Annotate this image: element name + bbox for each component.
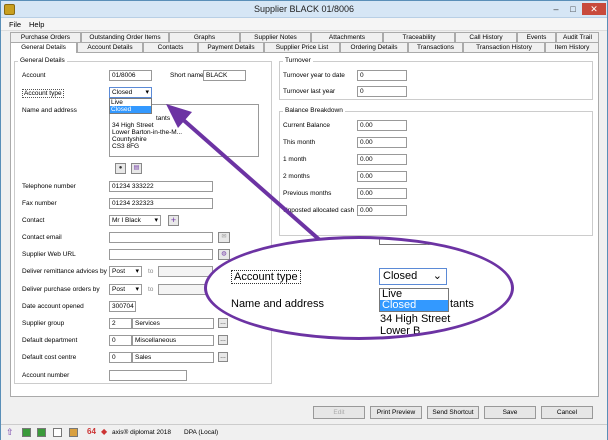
zoom-address-line-1: 34 High Street [380, 313, 451, 325]
callout-arrow-line [178, 115, 324, 244]
zoom-account-type-label: Account type [231, 270, 301, 284]
callout-arrow [166, 104, 324, 244]
zoom-option-closed[interactable]: Closed [380, 300, 448, 311]
zoom-selected-value: Closed [383, 270, 418, 282]
zoom-account-type-select[interactable]: Closed ⌄ [379, 268, 447, 285]
zoom-address-line-2: Lower B... [380, 325, 430, 337]
zoom-name-address-label: Name and address [231, 298, 324, 310]
zoom-partial-field [379, 239, 439, 245]
zoom-dropdown-list: Live Closed [379, 288, 449, 312]
zoom-chevron-down-icon: ⌄ [432, 270, 442, 282]
zoom-address-fragment: tants [450, 298, 474, 310]
zoom-callout: Account type Closed ⌄ Live Closed Name a… [204, 236, 514, 340]
